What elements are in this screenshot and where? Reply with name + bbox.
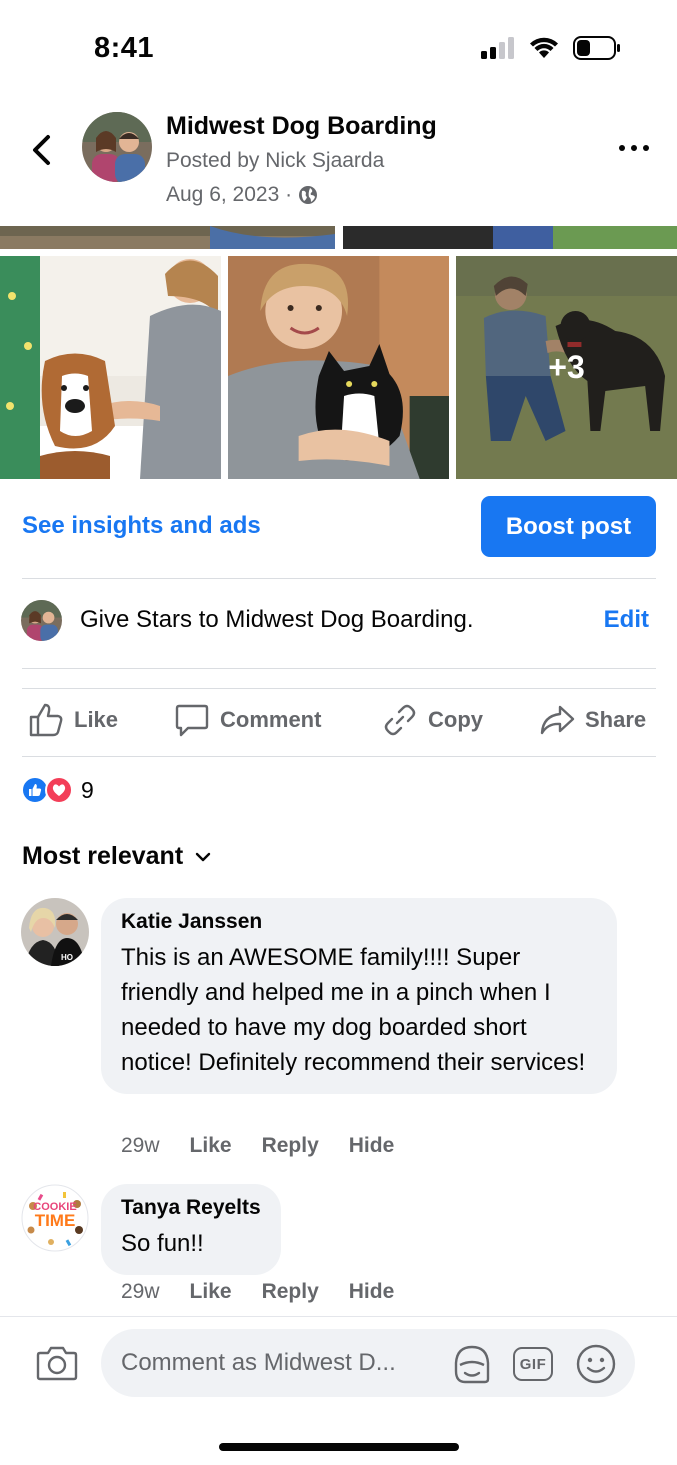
thumbs-up-icon (29, 703, 63, 737)
comment-like-button[interactable]: Like (190, 1280, 232, 1304)
page-avatar-image (82, 112, 152, 182)
camera-button[interactable] (36, 1345, 78, 1386)
photo-girl-with-cat-image (228, 256, 449, 479)
divider (22, 578, 656, 579)
reactions-summary[interactable]: 9 (21, 776, 94, 804)
more-options-button[interactable] (619, 138, 649, 158)
edit-stars-button[interactable]: Edit (604, 606, 649, 634)
photo-grid: +3 (0, 256, 677, 479)
comment-hide-button[interactable]: Hide (349, 1280, 395, 1304)
share-label: Share (585, 707, 647, 732)
signal-icon (481, 37, 514, 59)
copy-link-button[interactable]: Copy (382, 702, 483, 738)
insights-row: See insights and ads Boost post (0, 496, 677, 558)
comment-bubble-icon (175, 704, 209, 737)
more-dot (619, 145, 625, 151)
posted-by: Posted by Nick Sjaarda (166, 149, 385, 172)
commenter-avatar-image: HO (21, 898, 89, 966)
love-reaction-icon (45, 776, 73, 804)
camera-icon (36, 1346, 78, 1381)
avatar-sticker-icon[interactable] (451, 1343, 493, 1385)
comment-reply-button[interactable]: Reply (262, 1280, 319, 1304)
commenter-avatar[interactable]: HO (21, 898, 89, 966)
divider (22, 756, 656, 757)
link-icon (384, 704, 416, 736)
stars-row: Give Stars to Midwest Dog Boarding. Edit (0, 598, 677, 644)
comment-sort-label: Most relevant (22, 842, 184, 870)
reaction-count: 9 (81, 776, 94, 803)
status-time: 8:41 (94, 32, 155, 64)
comment-input-placeholder: Comment as Midwest D... (121, 1349, 396, 1376)
divider (22, 668, 656, 669)
status-bar: 8:41 (0, 0, 677, 100)
status-icons (481, 36, 621, 60)
comment-time: 29w (121, 1134, 160, 1157)
post-action-row: Like Comment Copy Share (0, 698, 677, 748)
like-label: Like (74, 707, 119, 732)
comment-meta: 29w Like Reply Hide (121, 1134, 424, 1158)
copy-label: Copy (428, 707, 483, 732)
home-indicator[interactable] (219, 1443, 459, 1451)
gif-label: GIF (519, 1355, 547, 1373)
comment-hide-button[interactable]: Hide (349, 1134, 395, 1158)
post-date: Aug 6, 2023 · (166, 183, 318, 207)
comment-author[interactable]: Tanya Reyelts (121, 1196, 261, 1220)
photo-strip-top[interactable] (0, 226, 677, 249)
more-dot (643, 145, 649, 151)
share-arrow-icon (540, 705, 575, 735)
comment-text: This is an AWESOME family!!!! Super frie… (121, 944, 586, 1076)
battery-icon (573, 36, 620, 60)
give-stars-text: Give Stars to Midwest Dog Boarding. (80, 606, 474, 633)
comment-composer: Comment as Midwest D... GIF (0, 1316, 677, 1465)
page-avatar-small-image (21, 600, 62, 641)
post-date-text: Aug 6, 2023 · (166, 183, 293, 206)
photo-boxer-bath[interactable] (0, 256, 221, 479)
globe-icon (299, 186, 318, 204)
emoji-icon[interactable] (575, 1343, 617, 1385)
page-name[interactable]: Midwest Dog Boarding (166, 112, 437, 141)
wifi-icon (530, 37, 558, 58)
comment-reply-button[interactable]: Reply (262, 1134, 319, 1158)
share-button[interactable]: Share (539, 702, 646, 738)
comment-input[interactable]: Comment as Midwest D... GIF (101, 1329, 635, 1397)
photo-girl-with-cat[interactable] (228, 256, 449, 479)
comment-meta: 29w Like Reply Hide (121, 1280, 424, 1304)
photo-woman-with-dog[interactable]: +3 (456, 256, 677, 479)
back-button[interactable] (26, 130, 56, 170)
post-header: Midwest Dog Boarding Posted by Nick Sjaa… (0, 108, 677, 218)
comment-label: Comment (220, 707, 322, 732)
comment-sort-dropdown[interactable]: Most relevant (22, 842, 211, 871)
comment-bubble[interactable]: Tanya Reyelts So fun!! (101, 1184, 281, 1275)
divider (22, 688, 656, 689)
cookie-time-logo-text-2: TIME (34, 1211, 76, 1230)
page-avatar-small (21, 600, 62, 641)
chevron-left-icon (33, 135, 50, 165)
like-button[interactable]: Like (28, 702, 118, 738)
comment-author[interactable]: Katie Janssen (121, 910, 597, 934)
chevron-down-icon (195, 852, 211, 861)
page-avatar[interactable] (82, 112, 152, 182)
more-dot (631, 145, 637, 151)
comment-like-button[interactable]: Like (190, 1134, 232, 1158)
gif-button[interactable]: GIF (513, 1347, 553, 1381)
comment-button[interactable]: Comment (174, 702, 321, 738)
photo-cropped-1 (0, 226, 335, 249)
comment-bubble[interactable]: Katie Janssen This is an AWESOME family!… (101, 898, 617, 1094)
comment-text: So fun!! (121, 1230, 204, 1257)
see-insights-link[interactable]: See insights and ads (22, 512, 261, 540)
boost-post-button[interactable]: Boost post (481, 496, 656, 557)
photo-boxer-bath-image (0, 256, 221, 479)
comment-time: 29w (121, 1280, 160, 1303)
commenter-avatar[interactable]: COOKIE TIME (21, 1184, 89, 1252)
more-photos-count[interactable]: +3 (456, 256, 677, 479)
svg-text:HO: HO (61, 953, 73, 962)
photo-cropped-2 (343, 226, 677, 249)
